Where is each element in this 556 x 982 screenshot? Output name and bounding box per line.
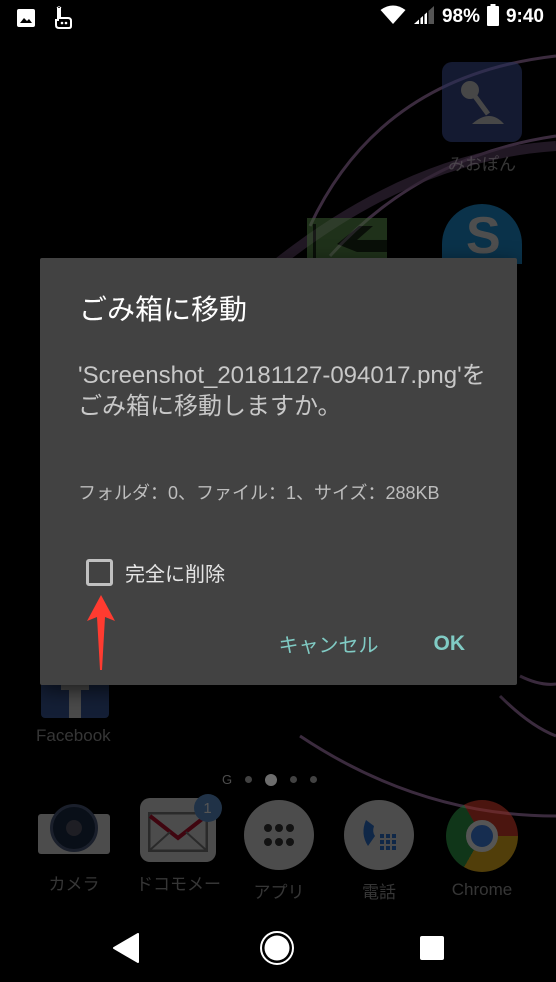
dialog-message: 'Screenshot_20181127-094017.png'をごみ箱に移動し… [78, 362, 486, 420]
navigation-bar [0, 910, 556, 982]
battery-icon [486, 4, 499, 30]
status-bar: 98% 9:40 [0, 0, 556, 36]
ok-button[interactable]: OK [434, 632, 466, 656]
image-notification-icon [16, 8, 36, 32]
battery-percent: 98% [441, 6, 480, 27]
recents-icon [420, 936, 444, 960]
dialog-actions: キャンセル OK [279, 629, 466, 658]
home-icon [260, 931, 294, 965]
cancel-button[interactable]: キャンセル [279, 629, 379, 658]
back-icon [113, 933, 139, 963]
dialog-file-info: フォルダ：0、ファイル：1、サイズ：288KB [78, 483, 440, 503]
wifi-icon [380, 5, 406, 29]
cell-signal-icon [413, 5, 435, 29]
delete-permanently-checkbox[interactable] [86, 559, 113, 586]
back-button[interactable] [108, 930, 144, 966]
home-button[interactable] [259, 930, 295, 966]
clock: 9:40 [505, 6, 544, 27]
dialog-title: ごみ箱に移動 [79, 293, 248, 326]
annotation-arrow-icon [87, 595, 115, 670]
recents-button[interactable] [414, 930, 450, 966]
delete-permanently-option[interactable]: 完全に削除 [86, 558, 225, 587]
delete-permanently-label: 完全に削除 [125, 562, 225, 586]
hand-touch-notification-icon [50, 6, 74, 34]
